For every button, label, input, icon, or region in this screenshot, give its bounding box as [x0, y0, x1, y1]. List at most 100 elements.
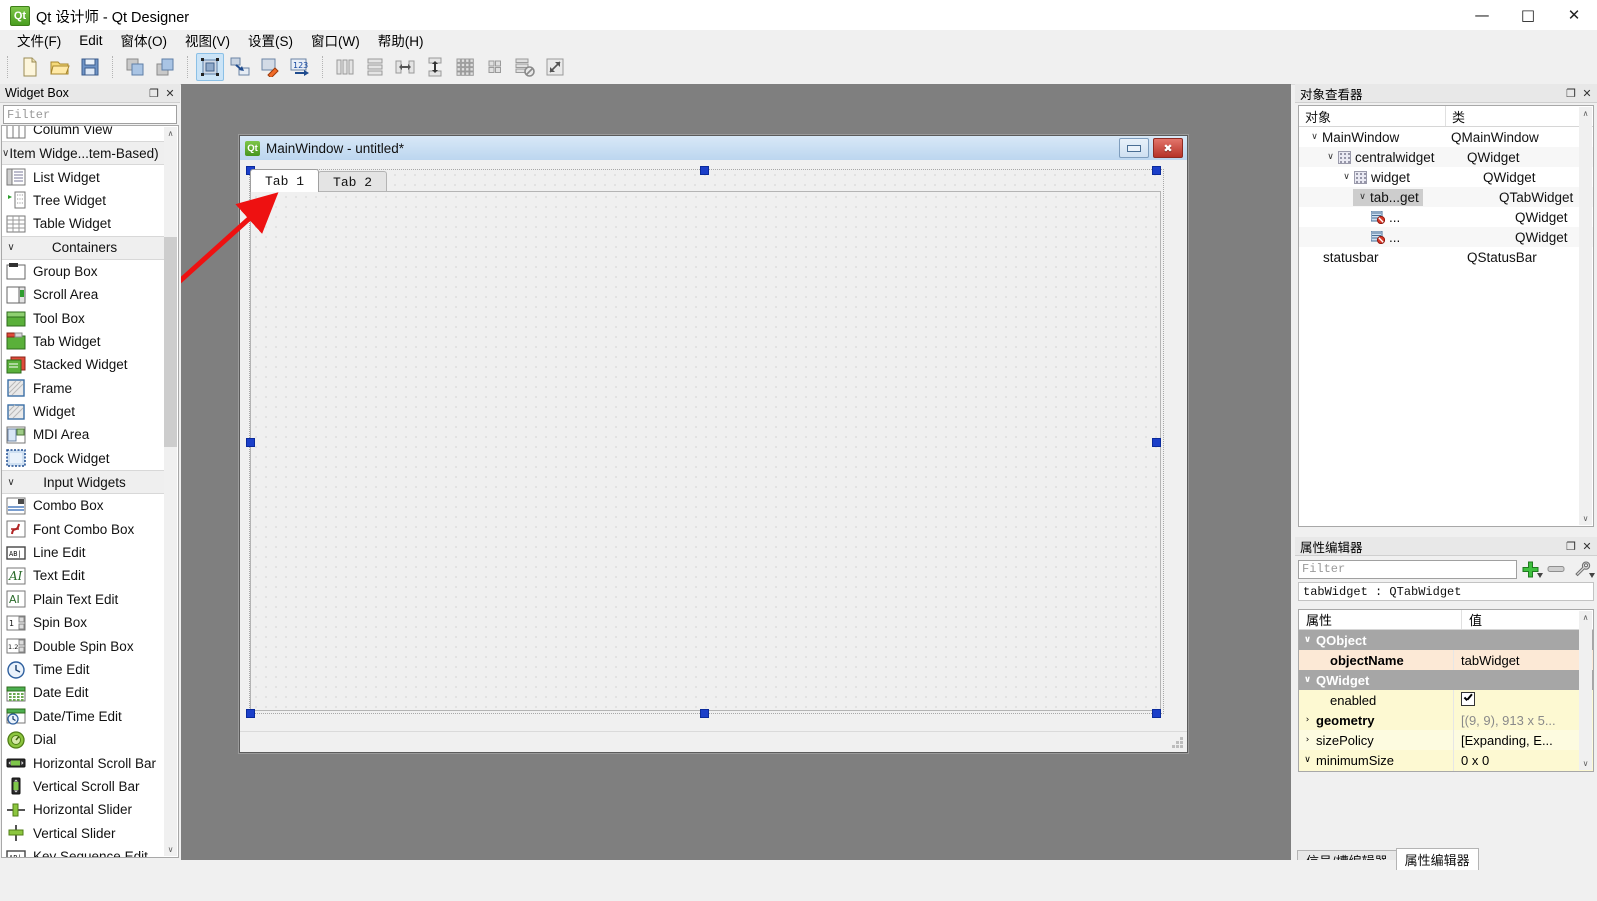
float-icon[interactable]: ❐: [146, 85, 162, 101]
property-value[interactable]: 0 x 0: [1454, 753, 1593, 768]
float-icon[interactable]: ❐: [1563, 85, 1579, 101]
widget-item-frame[interactable]: Frame: [2, 377, 165, 400]
designed-form-window[interactable]: Qt MainWindow - untitled* ✖ Tab 1 Tab 2: [239, 135, 1188, 753]
widget-item-column-view[interactable]: Column View: [2, 126, 165, 141]
edit-signals-slots-icon[interactable]: [226, 53, 254, 81]
widget-item-horizontal-slider[interactable]: Horizontal Slider: [2, 798, 165, 821]
scroll-up-icon[interactable]: ∧: [1579, 611, 1592, 624]
property-value-cell[interactable]: [1454, 691, 1593, 709]
widget-item-dial[interactable]: Dial: [2, 728, 165, 751]
object-tree-row[interactable]: ∨ MainWindow QMainWindow: [1299, 127, 1593, 147]
selection-handle-br[interactable]: [1152, 709, 1161, 718]
tab-widget[interactable]: Tab 1 Tab 2: [250, 169, 1163, 713]
widget-item-plain-text-edit[interactable]: AI Plain Text Edit: [2, 588, 165, 611]
bottom-tab-2[interactable]: 属性编辑器: [1395, 848, 1479, 870]
chevron-down-icon[interactable]: ∨: [1299, 755, 1316, 765]
chevron-down-icon[interactable]: ∨: [1355, 192, 1370, 202]
chevron-down-icon[interactable]: ∨: [1299, 675, 1316, 685]
close-icon[interactable]: ✕: [162, 85, 178, 101]
property-value[interactable]: [Expanding, E...: [1454, 733, 1593, 748]
layout-grid-icon[interactable]: [451, 53, 479, 81]
object-tree-row[interactable]: ∨ tab...get QTabWidget: [1299, 187, 1593, 207]
chevron-down-icon[interactable]: ∨: [1307, 132, 1322, 142]
widget-item-stacked-widget[interactable]: Stacked Widget: [2, 353, 165, 376]
widget-item-group-box[interactable]: Group Box: [2, 260, 165, 283]
selection-handle-bl[interactable]: [246, 709, 255, 718]
property-row[interactable]: ∨ QWidget: [1299, 670, 1593, 690]
widget-category-itemwidgetembased[interactable]: ∨ Item Widge...tem-Based): [2, 141, 165, 166]
form-canvas-area[interactable]: Qt MainWindow - untitled* ✖ Tab 1 Tab 2: [181, 84, 1291, 860]
menu-window[interactable]: 窗口(W): [302, 29, 369, 51]
widget-item-combo-box[interactable]: Combo Box: [2, 494, 165, 517]
widget-item-date-edit[interactable]: Date Edit: [2, 681, 165, 704]
menu-help[interactable]: 帮助(H): [369, 29, 433, 51]
form-tab-1[interactable]: Tab 1: [250, 169, 320, 192]
open-form-icon[interactable]: [46, 53, 74, 81]
selection-handle-tr[interactable]: [1152, 166, 1161, 175]
widget-item-tree-widget[interactable]: Tree Widget: [2, 189, 165, 212]
close-icon[interactable]: ✕: [1579, 85, 1595, 101]
layout-splitter-h-icon[interactable]: [391, 53, 419, 81]
property-table-scrollbar[interactable]: ∧ ∨: [1579, 611, 1592, 770]
widget-item-date-time-edit[interactable]: Date/Time Edit: [2, 705, 165, 728]
scroll-up-icon[interactable]: ∧: [1579, 107, 1592, 120]
form-tab-2[interactable]: Tab 2: [318, 171, 388, 192]
save-form-icon[interactable]: [76, 53, 104, 81]
chevron-down-icon[interactable]: ∨: [1323, 152, 1338, 162]
property-row[interactable]: › geometry [(9, 9), 913 x 5...: [1299, 710, 1593, 730]
menu-form[interactable]: 窗体(O): [112, 29, 177, 51]
chevron-right-icon[interactable]: ›: [1299, 715, 1316, 725]
widget-item-mdi-area[interactable]: MDI Area: [2, 423, 165, 446]
scroll-down-icon[interactable]: ∨: [164, 843, 177, 856]
property-row[interactable]: 宽度0: [1299, 770, 1593, 771]
tab-bar[interactable]: Tab 1 Tab 2: [250, 169, 388, 192]
widget-item-time-edit[interactable]: Time Edit: [2, 658, 165, 681]
selection-handle-mr[interactable]: [1152, 438, 1161, 447]
widget-item-widget[interactable]: Widget: [2, 400, 165, 423]
widget-item-spin-box[interactable]: 1 Spin Box: [2, 611, 165, 634]
widget-item-font-combo-box[interactable]: Font Combo Box: [2, 517, 165, 540]
column-header-object[interactable]: 对象: [1299, 106, 1446, 126]
property-row[interactable]: objectName tabWidget: [1299, 650, 1593, 670]
object-tree-row[interactable]: ∨ widget QWidget: [1299, 167, 1593, 187]
minimize-button[interactable]: —: [1459, 0, 1505, 30]
size-grip-icon[interactable]: [1172, 737, 1184, 749]
scroll-down-icon[interactable]: ∨: [1579, 757, 1592, 770]
property-row[interactable]: ∨ QObject: [1299, 630, 1593, 650]
object-tree-scrollbar[interactable]: ∧ ∨: [1579, 107, 1592, 525]
layout-splitter-v-icon[interactable]: [421, 53, 449, 81]
close-button[interactable]: ✕: [1551, 0, 1597, 30]
new-form-icon[interactable]: [16, 53, 44, 81]
widget-item-tab-widget[interactable]: Tab Widget: [2, 330, 165, 353]
central-widget-surface[interactable]: Tab 1 Tab 2: [246, 166, 1164, 718]
configure-icon[interactable]: [1569, 559, 1595, 579]
column-header-value[interactable]: 值: [1462, 610, 1593, 629]
form-minimize-button[interactable]: [1119, 138, 1149, 158]
property-table[interactable]: 属性 值 ∨ QObject objectName tabWidget ∨ QWidget…: [1298, 609, 1594, 772]
widget-item-table-widget[interactable]: Table Widget: [2, 212, 165, 235]
column-header-class[interactable]: 类: [1446, 106, 1593, 126]
property-row[interactable]: › sizePolicy [Expanding, E...: [1299, 730, 1593, 750]
widget-item-list-widget[interactable]: List Widget: [2, 165, 165, 188]
break-layout-icon[interactable]: [511, 53, 539, 81]
object-tree[interactable]: 对象 类 ∨ MainWindow QMainWindow ∨ centralwidge…: [1298, 105, 1594, 527]
layout-form-icon[interactable]: [481, 53, 509, 81]
object-tree-row[interactable]: ... QWidget: [1299, 207, 1593, 227]
widget-item-vertical-scroll-bar[interactable]: Vertical Scroll Bar: [2, 775, 165, 798]
scroll-down-icon[interactable]: ∨: [1579, 512, 1592, 525]
edit-widgets-icon[interactable]: [196, 53, 224, 81]
object-tree-row[interactable]: ∨ centralwidget QWidget: [1299, 147, 1593, 167]
column-header-property[interactable]: 属性: [1299, 610, 1462, 629]
layout-horizontally-icon[interactable]: [331, 53, 359, 81]
widget-box-filter-input[interactable]: Filter: [3, 105, 177, 124]
widget-item-text-edit[interactable]: AI Text Edit: [2, 564, 165, 587]
property-row[interactable]: ∨ minimumSize 0 x 0: [1299, 750, 1593, 770]
widget-item-line-edit[interactable]: AB| Line Edit: [2, 541, 165, 564]
enabled-checkbox[interactable]: [1461, 691, 1475, 706]
close-icon[interactable]: ✕: [1579, 538, 1595, 554]
menu-settings[interactable]: 设置(S): [239, 29, 302, 51]
widget-box-list[interactable]: Column View ∨ Item Widge...tem-Based) List …: [1, 125, 179, 858]
undo-icon[interactable]: [121, 53, 149, 81]
menu-file[interactable]: 文件(F): [8, 29, 70, 51]
widget-item-dock-widget[interactable]: Dock Widget: [2, 447, 165, 470]
